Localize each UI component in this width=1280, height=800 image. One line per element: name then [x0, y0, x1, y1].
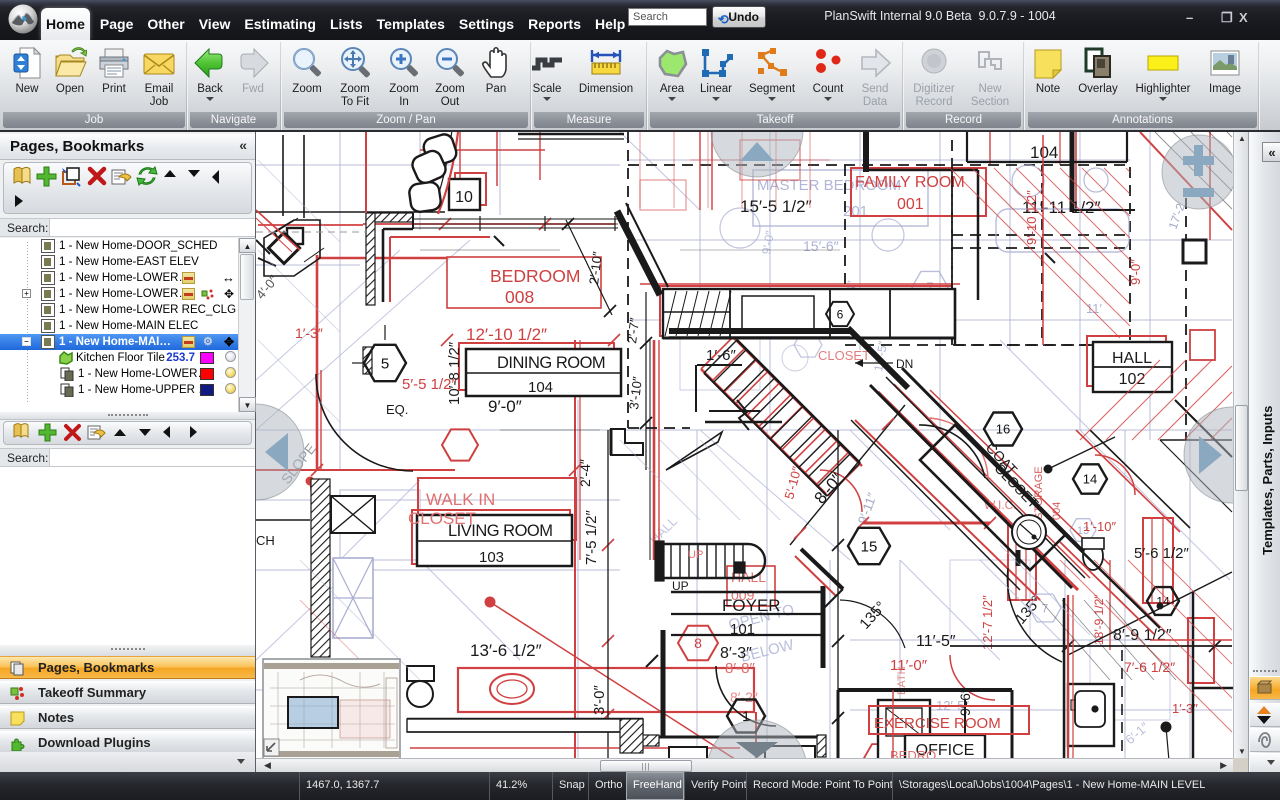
svg-text:14: 14 [1083, 472, 1097, 487]
svg-text:5′-6 1/2″: 5′-6 1/2″ [1134, 545, 1190, 562]
svg-text:3′-0″: 3′-0″ [591, 685, 608, 715]
svg-text:9′-10 1/2″: 9′-10 1/2″ [1024, 190, 1039, 245]
svg-text:6: 6 [837, 307, 844, 321]
svg-text:12′-10 1/2″: 12′-10 1/2″ [466, 325, 547, 344]
svg-text:10′-8 1/2″: 10′-8 1/2″ [446, 341, 463, 405]
svg-text:WALK IN: WALK IN [426, 490, 495, 509]
svg-text:11′-5″: 11′-5″ [916, 633, 956, 650]
svg-text:7′-5 1/2″: 7′-5 1/2″ [583, 509, 600, 565]
svg-text:102: 102 [1119, 371, 1146, 388]
svg-text:101: 101 [730, 621, 755, 638]
svg-text:6′-1″: 6′-1″ [1122, 719, 1152, 747]
svg-text:15′-6″: 15′-6″ [803, 238, 839, 254]
svg-text:FOYER: FOYER [722, 596, 781, 615]
svg-text:12′-7 1/2″: 12′-7 1/2″ [980, 595, 995, 650]
svg-text:008: 008 [505, 287, 534, 307]
svg-text:004: 004 [1051, 502, 1063, 520]
svg-text:103: 103 [479, 549, 504, 566]
svg-text:104: 104 [1030, 143, 1058, 162]
svg-text:CLOSET: CLOSET [408, 509, 476, 528]
svg-text:8′-8″: 8′-8″ [725, 660, 755, 677]
svg-text:2′-7″: 2′-7″ [624, 317, 642, 345]
svg-text:9′-6″: 9′-6″ [957, 688, 973, 716]
svg-text:1′-10″: 1′-10″ [1083, 519, 1116, 534]
svg-text:5: 5 [381, 355, 389, 372]
svg-text:9′-0″: 9′-0″ [759, 229, 777, 256]
svg-text:10: 10 [455, 189, 473, 206]
svg-text:8′-3″: 8′-3″ [720, 645, 752, 662]
svg-text:HALL: HALL [1112, 350, 1152, 367]
svg-text:UP: UP [688, 549, 703, 561]
svg-text:DINING ROOM: DINING ROOM [497, 354, 605, 372]
svg-text:9′-0″: 9′-0″ [488, 397, 522, 416]
svg-text:CH: CH [256, 533, 275, 548]
svg-text:13′-6 1/2″: 13′-6 1/2″ [470, 641, 542, 660]
svg-text:16: 16 [996, 422, 1010, 437]
svg-text:104: 104 [528, 379, 553, 396]
svg-text:2′-4″: 2′-4″ [577, 459, 593, 487]
svg-text:15: 15 [861, 538, 878, 555]
svg-text:BEDROOM: BEDROOM [490, 266, 580, 286]
svg-text:1′-3″: 1′-3″ [1172, 701, 1198, 716]
svg-text:EQ.: EQ. [386, 402, 408, 417]
svg-text:FAMILY ROOM: FAMILY ROOM [855, 174, 965, 191]
svg-text:11′: 11′ [1086, 301, 1102, 316]
svg-text:001: 001 [897, 196, 924, 213]
svg-text:1′-3″: 1′-3″ [295, 325, 323, 341]
svg-text:8: 8 [694, 635, 702, 651]
svg-text:3′-10″: 3′-10″ [626, 375, 645, 410]
svg-text:BEDRO: BEDRO [890, 748, 936, 758]
svg-text:201: 201 [843, 203, 868, 220]
